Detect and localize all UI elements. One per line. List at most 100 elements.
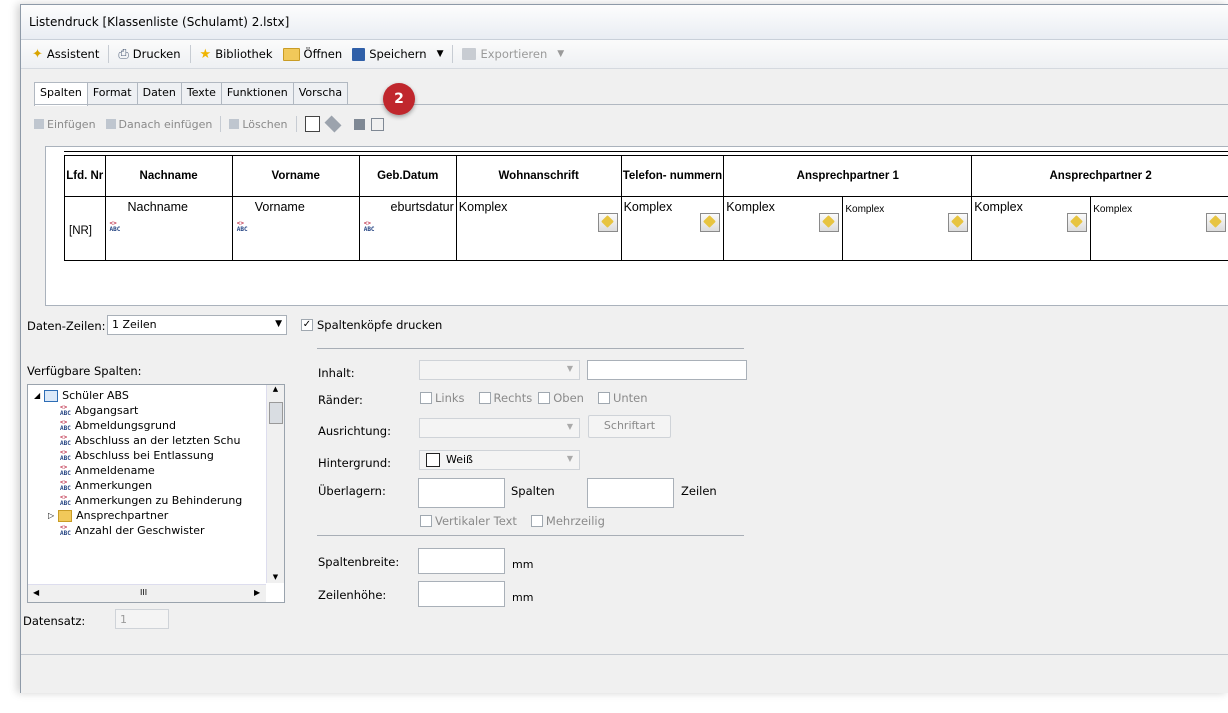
header-nachname[interactable]: Nachname — [104, 155, 233, 197]
tree-item[interactable]: <> ABC Abschluss an der letzten Schu — [34, 433, 262, 448]
edit-icon[interactable] — [819, 213, 840, 232]
header-wohnanschrift[interactable]: Wohnanschrift — [455, 155, 622, 197]
header-ansprechpartner-2[interactable]: Ansprechpartner 2 — [971, 155, 1228, 197]
tree-item[interactable]: <> ABC Anzahl der Geschwister — [34, 523, 262, 538]
drucken-button[interactable]: ⎙ Drucken — [113, 45, 185, 64]
scroll-grip[interactable]: III — [140, 588, 147, 597]
cell-telefon[interactable]: Komplex — [620, 196, 725, 261]
cell-ap2-b[interactable]: Komplex — [1090, 196, 1228, 261]
tab-daten[interactable]: Daten — [136, 82, 182, 104]
scroll-thumb[interactable] — [269, 402, 283, 424]
ueberlagern-label: Überlagern: — [318, 484, 386, 498]
tab-funktionen[interactable]: Funktionen — [220, 82, 294, 104]
unten-option[interactable]: Unten — [597, 391, 648, 405]
chevron-down-icon[interactable]: ▼ — [437, 49, 444, 59]
header-telefon[interactable]: Telefon- nummern — [620, 155, 725, 197]
tree-item[interactable]: <> ABC Abmeldungsgrund — [34, 418, 262, 433]
tree-root[interactable]: ◢ Schüler ABS — [34, 388, 262, 403]
tab-vorschau[interactable]: Vorscha — [292, 82, 349, 104]
rechts-option[interactable]: Rechts — [478, 391, 532, 405]
footer-divider — [21, 654, 1228, 655]
cell-nachname[interactable]: Nachname <> ABC — [104, 196, 233, 261]
daten-zeilen-select[interactable]: 1 Zeilen ▼ — [107, 315, 287, 335]
tab-texte[interactable]: Texte — [180, 82, 222, 104]
move-right-icon[interactable] — [370, 117, 384, 131]
mehrzeilig-option[interactable]: Mehrzeilig — [530, 514, 605, 528]
cell-wohnanschrift[interactable]: Komplex — [455, 196, 622, 261]
tree-item[interactable]: <> ABC Anmerkungen — [34, 478, 262, 493]
properties-icon[interactable] — [304, 116, 320, 132]
move-left-icon[interactable] — [353, 118, 365, 130]
oben-option[interactable]: Oben — [538, 391, 584, 405]
edit-icon[interactable] — [597, 213, 618, 232]
bibliothek-button[interactable]: ★ Bibliothek — [195, 45, 278, 64]
mehrzeilig-checkbox[interactable] — [530, 515, 543, 527]
datensatz-field[interactable]: 1 — [115, 609, 169, 629]
scroll-down-icon[interactable]: ▼ — [267, 573, 284, 581]
cell-vorname[interactable]: Vorname <> ABC — [231, 196, 360, 261]
zeilenhoehe-label: Zeilenhöhe: — [318, 588, 387, 602]
einfuegen-button[interactable]: Einfügen — [47, 118, 96, 131]
exportieren-button[interactable]: Exportieren ▼ — [457, 45, 569, 63]
inhalt-text-input[interactable] — [587, 360, 747, 380]
grid-top-line — [64, 151, 1228, 152]
tree-item-folder[interactable]: ▷ Ansprechpartner — [34, 508, 262, 523]
vertikaler-text-checkbox[interactable] — [420, 515, 432, 527]
spaltenkoepfe-checkbox[interactable]: ✓ — [301, 319, 313, 331]
hintergrund-select[interactable]: Weiß ▼ — [419, 450, 580, 470]
scroll-left-icon[interactable]: ◀ — [33, 588, 39, 597]
oeffnen-button[interactable]: Öffnen — [278, 45, 348, 63]
horizontal-scrollbar[interactable]: ◀ III ▶ — [28, 584, 266, 602]
edit-icon[interactable] — [1206, 213, 1226, 232]
ausrichtung-select[interactable]: ▼ — [419, 418, 580, 438]
expand-icon[interactable]: ▷ — [48, 511, 54, 520]
export-icon — [462, 48, 477, 60]
oben-checkbox[interactable] — [538, 392, 551, 404]
assistent-button[interactable]: ✦ Assistent — [27, 45, 104, 64]
tree-item[interactable]: <> ABC Abgangsart — [34, 403, 262, 418]
tree-item[interactable]: <> ABC Anmerkungen zu Behinderung — [34, 493, 262, 508]
inhalt-select[interactable]: ▼ — [419, 360, 580, 380]
speichern-button[interactable]: Speichern ▼ — [347, 45, 448, 63]
edit-icon[interactable] — [700, 213, 721, 232]
tab-format[interactable]: Format — [86, 82, 138, 104]
tree-item[interactable]: <> ABC Anmeldename — [34, 463, 262, 478]
vertical-scrollbar[interactable]: ▲ ▼ — [266, 385, 284, 583]
ueberlagern-spalten-input[interactable] — [418, 478, 505, 508]
header-vorname[interactable]: Vorname — [231, 155, 360, 197]
cell-ap1-b[interactable]: Komplex — [842, 196, 973, 261]
collapse-icon[interactable]: ◢ — [34, 391, 40, 400]
folder-open-icon — [282, 47, 300, 61]
header-gebdatum[interactable]: Geb.Datum — [358, 155, 457, 197]
links-checkbox[interactable] — [420, 392, 432, 404]
vertikaler-text-option[interactable]: Vertikaler Text — [420, 514, 517, 528]
unten-checkbox[interactable] — [597, 392, 610, 404]
edit-icon[interactable] — [948, 213, 969, 232]
tree-item[interactable]: <> ABC Abschluss bei Entlassung — [34, 448, 262, 463]
links-option[interactable]: Links — [420, 391, 465, 405]
chevron-down-icon[interactable]: ▼ — [557, 49, 564, 59]
scroll-right-icon[interactable]: ▶ — [254, 588, 260, 597]
header-lfd-nr[interactable]: Lfd. Nr — [64, 155, 106, 197]
header-ansprechpartner-1[interactable]: Ansprechpartner 1 — [723, 155, 973, 197]
scroll-up-icon[interactable]: ▲ — [267, 385, 284, 393]
edit-icon[interactable] — [1067, 213, 1088, 232]
star-icon: ★ — [199, 46, 212, 62]
tab-spalten[interactable]: Spalten — [34, 82, 88, 106]
spaltenbreite-input[interactable] — [418, 548, 505, 574]
chevron-down-icon: ▼ — [566, 422, 573, 431]
zeilenhoehe-input[interactable] — [418, 581, 505, 607]
tag-icon[interactable] — [324, 115, 342, 133]
schriftart-button[interactable]: Schriftart — [588, 415, 671, 438]
cell-nr[interactable]: [NR] — [64, 196, 106, 261]
cell-ap2-a[interactable]: Komplex — [971, 196, 1092, 261]
loeschen-button[interactable]: Löschen — [242, 118, 287, 131]
danach-einfuegen-button[interactable]: Danach einfügen — [119, 118, 213, 131]
floppy-icon — [352, 47, 366, 61]
cell-ap1-a[interactable]: Komplex — [723, 196, 844, 261]
rechts-checkbox[interactable] — [478, 392, 491, 404]
delete-icon — [229, 119, 240, 129]
spaltenkoepfe-option[interactable]: ✓ Spaltenköpfe drucken — [301, 318, 442, 332]
cell-gebdatum[interactable]: eburtsdatur <> ABC — [358, 196, 457, 261]
ueberlagern-zeilen-input[interactable] — [587, 478, 674, 508]
